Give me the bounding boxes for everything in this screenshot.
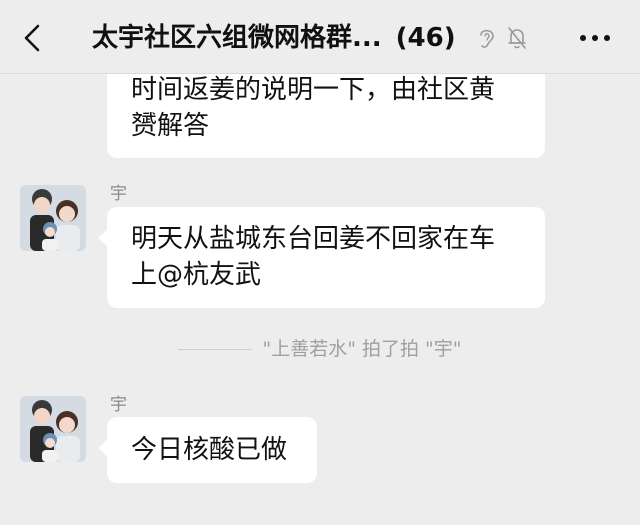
message-text: 明天从盐城东台回姜不回家在车	[131, 224, 496, 254]
avatar-image	[20, 396, 86, 462]
avatar-image	[20, 185, 86, 251]
divider	[178, 349, 253, 350]
avatar[interactable]	[20, 185, 86, 251]
message-text: 今日核酸已做	[131, 435, 288, 465]
message-bubble[interactable]: 时间返姜的说明一下，由社区黄 赟解答	[107, 74, 545, 158]
more-icon[interactable]	[578, 32, 612, 44]
message-bubble[interactable]: 今日核酸已做	[98, 417, 317, 483]
message-bubble[interactable]: 明天从盐城东台回姜不回家在车 上@杭友武	[98, 207, 545, 308]
chat-title: 太宇社区六组微网格群... (46)	[92, 18, 456, 58]
chat-header: 太宇社区六组微网格群... (46)	[0, 0, 640, 74]
system-notice-text: "上善若水" 拍了拍 "宇"	[262, 338, 462, 360]
chat-area[interactable]: 时间返姜的说明一下，由社区黄 赟解答 宇 明天从盐城东台回姜不回家在车 上@杭友…	[0, 74, 640, 525]
back-icon[interactable]	[20, 22, 44, 54]
mute-icon	[508, 27, 526, 49]
sender-name: 宇	[110, 184, 127, 204]
member-count: (46)	[395, 23, 456, 53]
sender-name: 宇	[110, 395, 127, 415]
message-text: 时间返姜的说明一下，由社区黄	[131, 75, 496, 105]
message-text: 赟解答	[131, 111, 210, 141]
avatar[interactable]	[20, 396, 86, 462]
group-name: 太宇社区六组微网格群...	[92, 23, 382, 53]
ear-icon	[480, 29, 494, 48]
system-notice: "上善若水" 拍了拍 "宇"	[0, 336, 640, 362]
message-text: 上@杭友武	[131, 260, 262, 290]
